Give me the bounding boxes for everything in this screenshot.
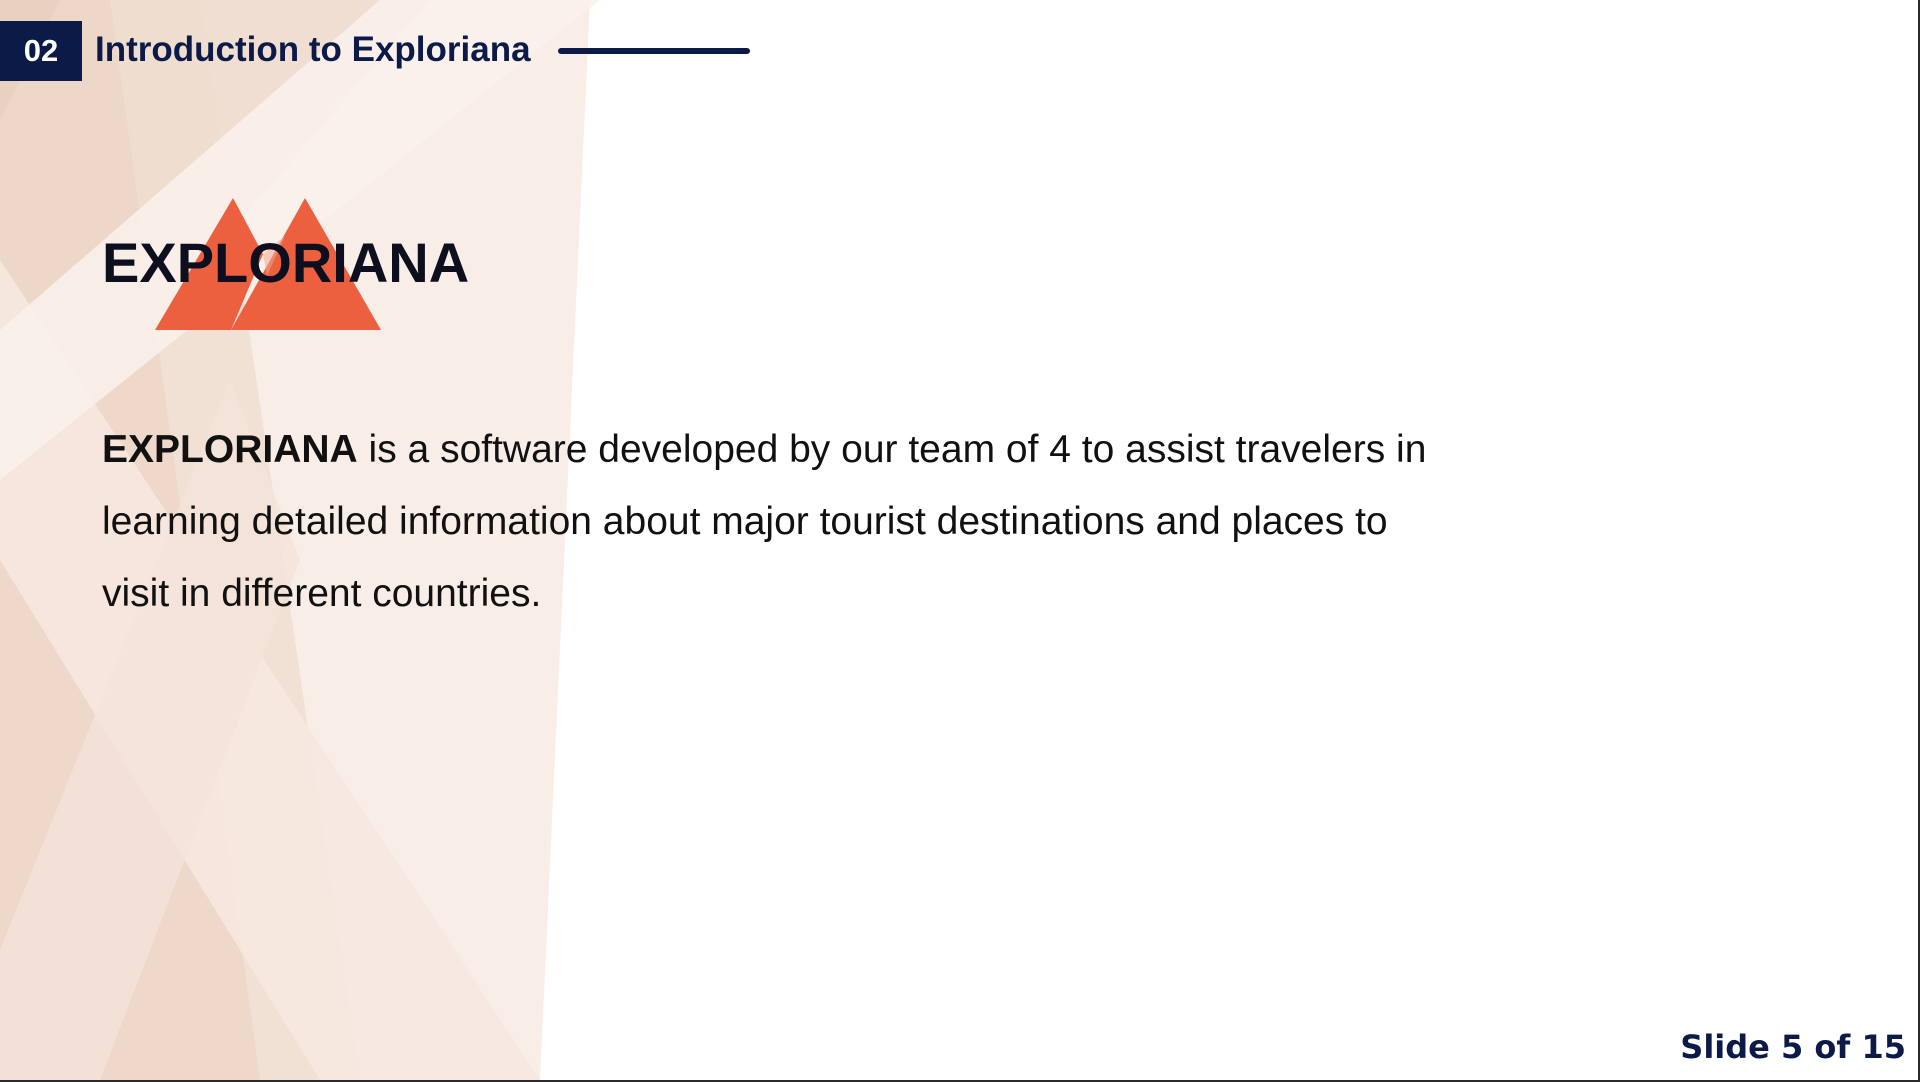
slide: 02 Introduction to Exploriana EXPLORIANA… — [0, 0, 1920, 1082]
product-description: EXPLORIANA is a software developed by ou… — [102, 414, 1462, 630]
section-title-underline — [558, 48, 750, 54]
slide-counter: Slide 5 of 15 — [1680, 1028, 1906, 1066]
section-number-badge: 02 — [0, 21, 82, 81]
section-title: Introduction to Exploriana — [95, 30, 531, 69]
description-lead: EXPLORIANA — [102, 428, 358, 471]
product-name-heading: EXPLORIANA — [102, 231, 470, 294]
